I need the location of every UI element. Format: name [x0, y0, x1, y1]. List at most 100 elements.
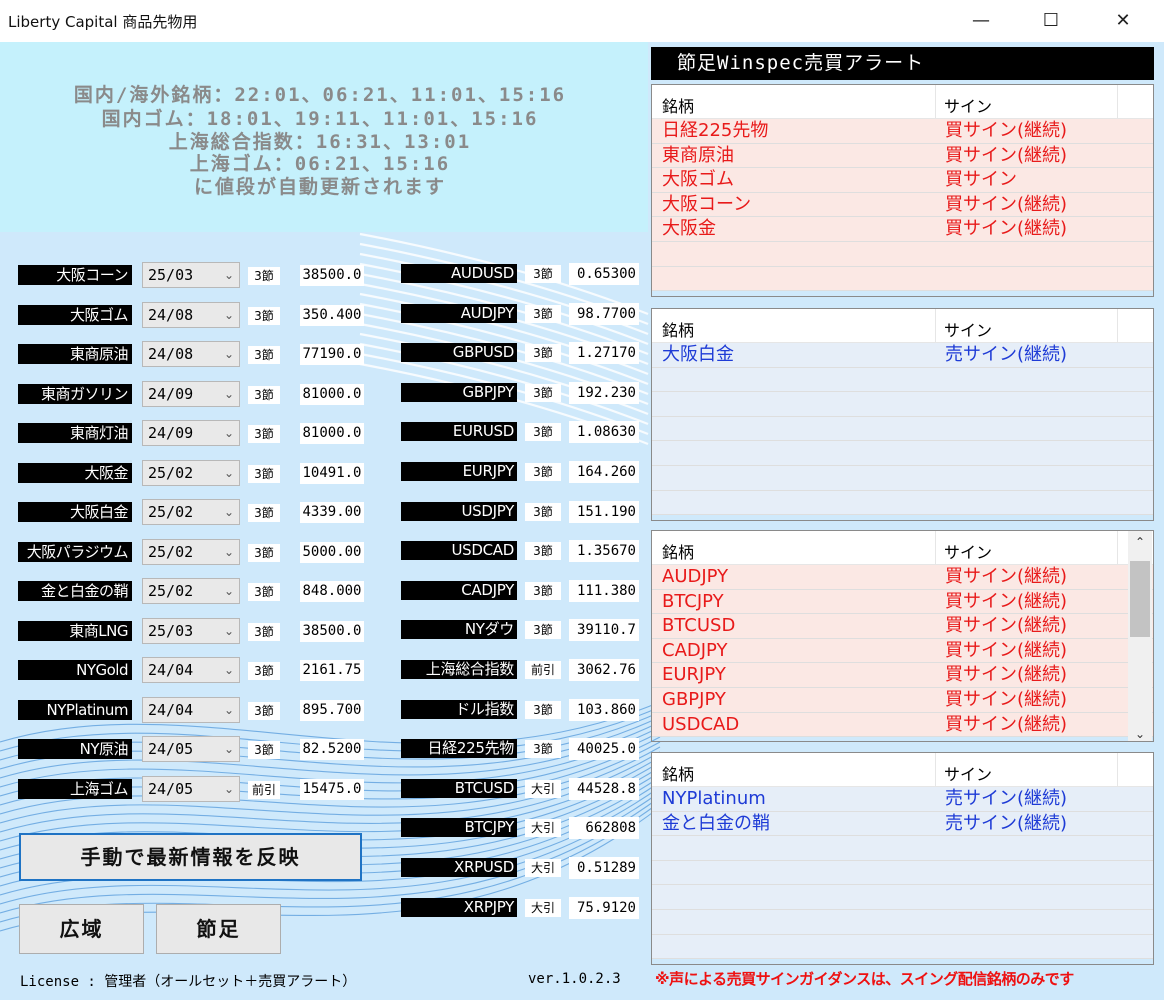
scrollbar-thumb[interactable]	[1130, 561, 1150, 637]
session-type: 3節	[248, 464, 280, 483]
column-header-sign[interactable]: サイン	[944, 317, 992, 341]
price-value: 1.35670	[569, 540, 639, 563]
commodity-name: NYPlatinum	[18, 699, 132, 720]
alert-symbol: 大阪ゴム	[662, 169, 734, 191]
close-button[interactable]: ✕	[1095, 0, 1151, 42]
window-title: Liberty Capital 商品先物用	[8, 13, 198, 31]
contract-month-select[interactable]: 25/03 ⌄	[142, 617, 240, 644]
alert-row-empty	[652, 266, 1153, 292]
alert-row-empty	[652, 441, 1153, 466]
alert-table-domestic-sell: 銘柄 サイン 大阪白金 売サイン(継続)	[651, 308, 1154, 521]
alert-row-empty	[652, 836, 1153, 861]
maximize-button[interactable]: ☐	[1023, 0, 1079, 42]
alert-panel-header: 節足Winspec売買アラート	[651, 47, 1154, 80]
alert-sign: 買サイン(継続)	[945, 144, 1068, 166]
alert-row[interactable]: NYPlatinum 売サイン(継続)	[652, 787, 1153, 812]
contract-month-select[interactable]: 25/02 ⌄	[142, 459, 240, 486]
session-type: 3節	[248, 622, 280, 641]
session-type: 大引	[525, 898, 561, 917]
contract-month-select[interactable]: 25/02 ⌄	[142, 578, 240, 604]
symbol-name: GBPUSD	[401, 343, 517, 363]
alert-row[interactable]: 大阪コーン 買サイン(継続)	[652, 192, 1153, 218]
alert-row[interactable]: AUDJPY 買サイン(継続)	[652, 565, 1153, 590]
alert-symbol: 日経225先物	[662, 120, 769, 141]
alert-sign: 買サイン(継続)	[945, 615, 1068, 637]
contract-month-value: 25/03	[148, 621, 194, 640]
alert-symbol: 金と白金の鞘	[662, 812, 770, 834]
contract-month-value: 25/02	[148, 503, 194, 521]
alert-row[interactable]: GBPJPY 買サイン(継続)	[652, 688, 1153, 713]
price-value: 39110.7	[569, 619, 639, 642]
contract-month-select[interactable]: 25/03 ⌄	[142, 262, 240, 288]
session-type: 3節	[525, 344, 561, 363]
symbol-name: AUDUSD	[401, 264, 517, 283]
alert-symbol: 大阪白金	[662, 344, 734, 365]
alert-row[interactable]: 金と白金の鞘 売サイン(継続)	[652, 811, 1153, 837]
wide-area-button[interactable]: 広域	[19, 904, 144, 954]
session-type: 3節	[525, 740, 561, 759]
alert-table-domestic-buy: 銘柄 サイン 日経225先物 買サイン(継続) 東商原油 買サイン(継続) 大阪ゴム 買サイン…	[651, 84, 1154, 297]
contract-month-select[interactable]: 24/05 ⌄	[142, 775, 240, 802]
alert-row-empty	[652, 242, 1153, 267]
contract-month-select[interactable]: 25/02 ⌄	[142, 538, 240, 565]
alert-table-header: 銘柄 サイン	[652, 753, 1153, 787]
alert-row[interactable]: 大阪白金 売サイン(継続)	[652, 343, 1153, 368]
column-divider	[935, 531, 936, 565]
contract-month-select[interactable]: 24/09 ⌄	[142, 420, 240, 446]
contract-month-select[interactable]: 24/04 ⌄	[142, 657, 240, 683]
alert-row[interactable]: 日経225先物 買サイン(継続)	[652, 119, 1153, 144]
contract-month-select[interactable]: 24/05 ⌄	[142, 736, 240, 762]
alert-sign: 買サイン(継続)	[945, 218, 1068, 240]
alert-row[interactable]: USDCAD 買サイン(継続)	[652, 712, 1153, 738]
alert-row[interactable]: BTCJPY 買サイン(継続)	[652, 589, 1153, 615]
column-header-symbol[interactable]: 銘柄	[662, 761, 694, 785]
minimize-button[interactable]: —	[953, 0, 1009, 42]
session-type: 前引	[248, 780, 280, 799]
symbol-name: 日経225先物	[401, 739, 517, 759]
session-type: 3節	[525, 463, 561, 481]
column-divider	[1117, 85, 1118, 119]
scroll-down-icon[interactable]: ⌄	[1128, 727, 1152, 741]
alert-table-overseas-buy: 銘柄 サイン AUDJPY 買サイン(継続) BTCJPY 買サイン(継続) BTCUSD 買…	[651, 530, 1154, 742]
column-divider	[935, 85, 936, 119]
session-type: 大引	[525, 779, 561, 798]
session-type: 3節	[248, 306, 280, 325]
session-type: 3節	[525, 621, 561, 640]
contract-month-select[interactable]: 24/08 ⌄	[142, 341, 240, 367]
symbol-name: GBPJPY	[401, 382, 517, 402]
column-header-symbol[interactable]: 銘柄	[662, 93, 694, 117]
price-value: 1.08630	[569, 421, 639, 444]
voice-guidance-notice: ※声による売買サインガイダンスは、スイング配信銘柄のみです	[655, 970, 1074, 988]
column-header-sign[interactable]: サイン	[944, 761, 992, 785]
version-text: ver.1.0.2.3	[528, 971, 621, 987]
contract-month-select[interactable]: 24/09 ⌄	[142, 380, 240, 407]
alert-row[interactable]: 大阪金 買サイン(継続)	[652, 217, 1153, 242]
column-divider	[935, 309, 936, 343]
column-header-symbol[interactable]: 銘柄	[662, 539, 694, 563]
contract-month-select[interactable]: 24/04 ⌄	[142, 696, 240, 723]
price-value: 662808	[569, 817, 639, 840]
alert-row[interactable]: 東商原油 買サイン(継続)	[652, 143, 1153, 169]
alert-row[interactable]: BTCUSD 買サイン(継続)	[652, 614, 1153, 639]
bar-chart-button[interactable]: 節足	[156, 904, 281, 954]
contract-month-value: 25/03	[148, 266, 194, 284]
price-value: 40025.0	[569, 738, 639, 761]
session-type: 3節	[248, 385, 280, 404]
alert-row[interactable]: EURJPY 買サイン(継続)	[652, 663, 1153, 688]
alert-row[interactable]: 大阪ゴム 買サイン	[652, 168, 1153, 193]
contract-month-select[interactable]: 24/08 ⌄	[142, 301, 240, 328]
manual-refresh-button[interactable]: 手動で最新情報を反映	[19, 833, 362, 881]
column-header-sign[interactable]: サイン	[944, 93, 992, 117]
alert-sign: 売サイン(継続)	[945, 812, 1068, 834]
contract-month-select[interactable]: 25/02 ⌄	[142, 499, 240, 525]
alert-table-overseas-sell: 銘柄 サイン NYPlatinum 売サイン(継続) 金と白金の鞘 売サイン(継続)	[651, 752, 1154, 965]
scroll-up-icon[interactable]: ⌃	[1128, 535, 1152, 549]
column-header-sign[interactable]: サイン	[944, 539, 992, 563]
symbol-name: EURUSD	[401, 422, 517, 442]
alert-symbol: 大阪コーン	[662, 193, 752, 215]
symbol-name: XRPUSD	[401, 858, 517, 877]
alert-symbol: USDCAD	[662, 713, 740, 735]
alert-scrollbar[interactable]: ⌃ ⌄	[1128, 531, 1152, 741]
column-header-symbol[interactable]: 銘柄	[662, 317, 694, 341]
alert-row[interactable]: CADJPY 買サイン(継続)	[652, 638, 1153, 664]
